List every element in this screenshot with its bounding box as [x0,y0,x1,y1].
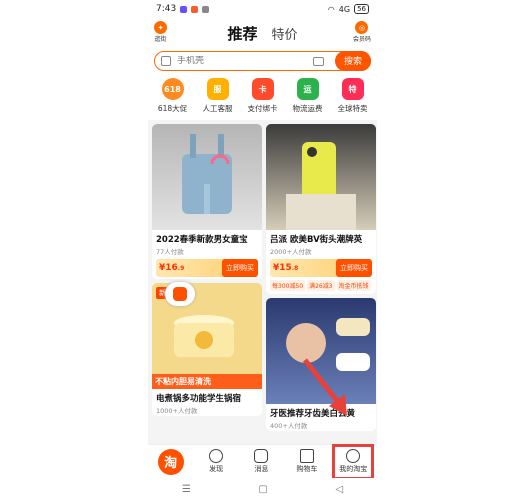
planet-icon [209,449,224,463]
phone-screen: 7:43 ◠ 4G 56 ✦ 逛街 推荐 特价 ◎ 会员码 搜索 [148,0,377,500]
product-sales: 400+人付款 [270,422,308,430]
quicknav-label: 全球特卖 [337,104,368,113]
bank-card-icon: 卡 [251,78,274,100]
message-icon [254,449,269,463]
price-bar: ¥15.8 立即购买 [270,259,372,277]
nav-cart[interactable]: 购物车 [287,449,327,474]
nav-messages[interactable]: 消息 [241,449,281,474]
member-code-icon: ◎ [355,21,369,34]
nav-label: 购物车 [296,465,318,473]
product-image-phonecase [266,124,376,230]
bottom-nav: 淘 发现 消息 购物车 我的淘宝 [148,443,377,480]
price-bar: ¥16.9 立即购买 [156,259,258,277]
nav-discover[interactable]: 发现 [196,449,236,474]
battery-icon: 56 [354,4,369,14]
quicknav-item-logistics[interactable]: 运 物流运费 [286,78,330,120]
quicknav-item-card[interactable]: 卡 支付绑卡 [241,78,285,120]
compass-icon: ✦ [154,21,167,34]
product-price: ¥15.8 [273,263,299,273]
product-image-overalls [152,124,262,230]
logistics-icon: 运 [296,78,319,100]
member-code-label: 会员码 [352,36,371,43]
wifi-icon: ◠ [327,4,335,14]
product-title: 2022春季新款男女童宝 [156,235,248,245]
app-notification-icon [202,5,210,13]
quicknav-item-618[interactable]: 618 618大促 [151,78,195,120]
nav-home[interactable]: 淘 [151,448,191,475]
product-title: 吕派 欧美BV街头潮牌英 [270,235,363,245]
quicknav-label: 人工客服 [202,104,233,113]
phonecase-illustration [286,142,356,230]
floating-cart-widget[interactable] [165,282,195,306]
system-nav-bar: ☰ ▢ ◁ [148,478,377,500]
product-sales: 2000+人付款 [270,248,312,256]
taobao-icon: 淘 [157,448,184,475]
nav-my-taobao[interactable]: 我的淘宝 [332,443,375,480]
product-price: ¥16.9 [159,263,185,273]
scan-icon[interactable] [161,56,171,66]
menu-icon[interactable]: ☰ [182,484,191,495]
cart-icon [299,449,314,463]
quicknav-label: 支付绑卡 [247,104,278,113]
nav-label: 消息 [254,465,269,473]
coupon-tag: 满26减3 [307,280,335,291]
customer-service-icon: 服 [206,78,229,100]
overalls-illustration [182,134,232,214]
search-box[interactable]: 搜索 [154,50,371,71]
quicknav-label: 618大促 [157,104,188,113]
back-icon[interactable]: ◁ [335,484,343,495]
nav-label: 发现 [209,465,224,473]
coupon-tags: 每300减50 满26减3 淘金币抵钱 [266,279,376,294]
coupon-tag: 淘金币抵钱 [336,280,371,291]
stroll-button[interactable]: ✦ 逛街 [154,21,167,43]
signal-network: 4G [338,4,351,14]
buy-now-button[interactable]: 立即购买 [222,259,258,277]
promo-banner: 不粘内胆易清洗 [152,374,262,389]
quicknav-item-service[interactable]: 服 人工客服 [196,78,240,120]
smile-icon [346,448,361,463]
app-notification-icon [180,5,188,13]
status-bar: 7:43 ◠ 4G 56 [148,0,377,18]
stroll-label: 逛街 [154,36,167,43]
app-notification-icon [191,5,199,13]
member-code-button[interactable]: ◎ 会员码 [353,21,371,43]
product-title: 电煮锅多功能学生锅宿 [156,394,242,404]
status-time: 7:43 [156,4,177,14]
quick-nav: 618 618大促 服 人工客服 卡 支付绑卡 运 物流运费 特 全球特卖 [148,74,377,120]
nav-label: 我的淘宝 [339,464,368,473]
home-icon[interactable]: ▢ [258,484,267,495]
quicknav-item-global[interactable]: 特 全球特卖 [331,78,375,120]
quicknav-label: 物流运费 [292,104,323,113]
red-arrow-annotation [303,358,347,416]
tab-specials[interactable]: 特价 [272,24,298,43]
top-header: ✦ 逛街 推荐 特价 ◎ 会员码 [148,18,377,48]
product-card[interactable]: 2022春季新款男女童宝 77人付款 ¥16.9 立即购买 [152,124,262,279]
buy-now-button[interactable]: 立即购买 [336,259,372,277]
coupon-tag: 每300减50 [270,280,306,291]
tab-recommend[interactable]: 推荐 [227,23,257,44]
global-sale-icon: 特 [341,78,364,100]
search-row: 搜索 [148,48,377,74]
product-sales: 1000+人付款 [156,407,198,415]
bag-icon [173,287,187,301]
product-card[interactable]: 吕派 欧美BV街头潮牌英 2000+人付款 ¥15.8 立即购买 每300减50… [266,124,376,294]
promo-618-icon: 618 [161,78,184,100]
search-button[interactable]: 搜索 [335,50,371,71]
product-sales: 77人付款 [156,248,184,256]
search-input[interactable] [177,56,287,66]
camera-icon[interactable] [313,56,324,66]
